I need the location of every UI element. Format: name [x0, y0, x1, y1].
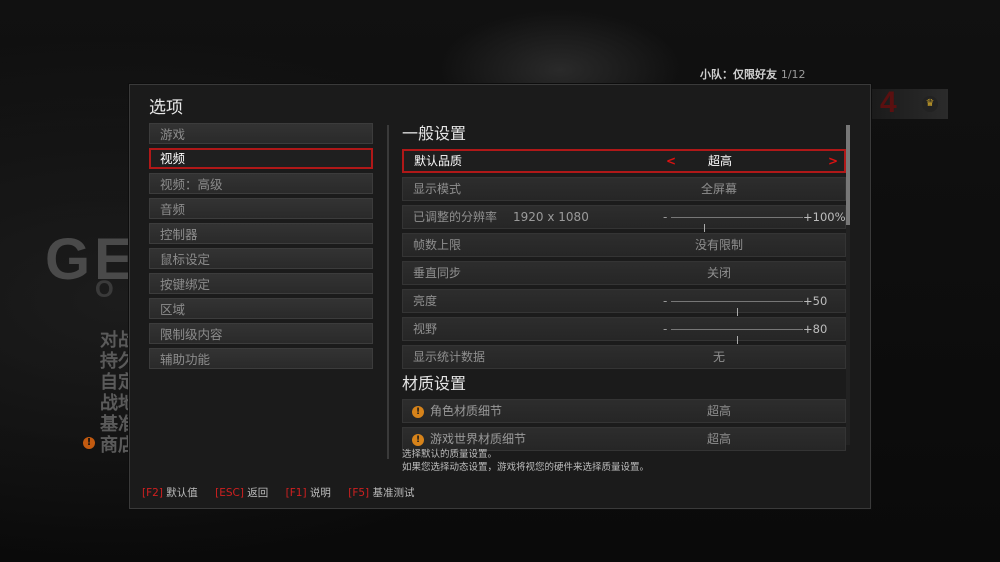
- setting-label: 显示统计数据: [413, 350, 486, 364]
- hint-label: 默认值: [166, 487, 198, 499]
- slider-thumb[interactable]: [737, 308, 738, 316]
- hint-label: 返回: [247, 487, 269, 499]
- game-logo-sub: O: [95, 276, 120, 303]
- setting-value: 全屏幕: [700, 182, 737, 196]
- nav-item-audio[interactable]: 音频: [149, 198, 373, 219]
- setting-value: 关闭: [706, 266, 731, 280]
- chevron-right-icon[interactable]: >: [828, 151, 838, 171]
- slider-value: +80: [803, 322, 828, 336]
- nav-item-accessibility[interactable]: 辅助功能: [149, 348, 373, 369]
- hint-back[interactable]: [ESC] 返回: [215, 487, 268, 499]
- setting-character-texture[interactable]: ! 角色材质细节 超高: [402, 399, 846, 423]
- hint-default[interactable]: [F2] 默认值: [142, 487, 198, 499]
- hint-help[interactable]: [F1] 说明: [286, 487, 331, 499]
- setting-value: 超高: [706, 404, 731, 418]
- setting-label: 帧数上限: [413, 238, 462, 252]
- settings-panel: 一般设置 默认品质 < 超高 > 显示模式 全屏幕 已调整的分辨率 1920 x …: [402, 123, 846, 455]
- nav-item-video[interactable]: 视频: [149, 148, 373, 169]
- dialog-title: 选项: [149, 98, 183, 118]
- description-line: 选择默认的质量设置。: [402, 449, 498, 460]
- resolution-slider[interactable]: - +100%: [663, 206, 846, 232]
- description-line: 如果您选择动态设置，游戏将视您的硬件来选择质量设置。: [402, 462, 650, 473]
- nav-item-keybinds[interactable]: 按键绑定: [149, 273, 373, 294]
- hint-benchmark[interactable]: [F5] 基准测试: [348, 487, 414, 499]
- squad-status: 小队：仅限好友 1/12: [700, 66, 806, 82]
- resolution-value: 1920 x 1080: [513, 210, 589, 224]
- hint-label: 说明: [309, 487, 331, 499]
- setting-frame-cap[interactable]: 帧数上限 没有限制: [402, 233, 846, 257]
- brightness-slider[interactable]: - +50: [663, 290, 843, 316]
- game-logo: GE: [45, 227, 137, 292]
- slider-value: +50: [803, 294, 828, 308]
- setting-display-mode[interactable]: 显示模式 全屏幕: [402, 177, 846, 201]
- setting-resolution-scale[interactable]: 已调整的分辨率 1920 x 1080 - +100%: [402, 205, 846, 232]
- key-f1: [F1]: [285, 487, 307, 499]
- setting-label: 垂直同步: [413, 266, 462, 280]
- slider-minus: -: [663, 322, 668, 336]
- nav-item-controller[interactable]: 控制器: [149, 223, 373, 244]
- nav-item-region[interactable]: 区域: [149, 298, 373, 319]
- slider-minus: -: [663, 294, 668, 308]
- slider-value: +100%: [803, 210, 846, 224]
- setting-value: 没有限制: [694, 238, 743, 252]
- nav-item-mature-content[interactable]: 限制级内容: [149, 323, 373, 344]
- slider-track[interactable]: [671, 217, 803, 232]
- setting-label: ! 角色材质细节: [412, 400, 502, 422]
- rank-number: 4: [880, 86, 897, 119]
- slider-minus: -: [663, 210, 668, 224]
- setting-label-text: 游戏世界材质细节: [430, 432, 527, 446]
- bg-warning-icon: !: [83, 437, 95, 449]
- squad-label: 小队：仅限好友: [700, 68, 777, 81]
- setting-label: 亮度: [413, 294, 438, 308]
- warning-icon: !: [412, 433, 424, 446]
- setting-label: ! 游戏世界材质细节: [412, 428, 526, 450]
- footer-hints: [F2] 默认值 [ESC] 返回 [F1] 说明 [F5] 基准测试: [142, 485, 429, 500]
- hint-label: 基准测试: [372, 487, 415, 499]
- slider-thumb[interactable]: [704, 224, 705, 232]
- squad-count: 1/12: [780, 68, 806, 81]
- setting-label: 已调整的分辨率 1920 x 1080: [413, 206, 589, 228]
- nav-item-mouse[interactable]: 鼠标设定: [149, 248, 373, 269]
- setting-description: 选择默认的质量设置。 如果您选择动态设置，游戏将视您的硬件来选择质量设置。: [402, 448, 649, 474]
- scrollbar-thumb[interactable]: [846, 125, 850, 225]
- setting-value: 超高: [706, 432, 731, 446]
- section-title-general: 一般设置: [402, 124, 467, 143]
- slider-thumb[interactable]: [737, 336, 738, 344]
- panel-divider: [387, 125, 389, 459]
- setting-label-text: 已调整的分辨率: [413, 210, 498, 224]
- key-esc: [ESC]: [215, 487, 244, 499]
- nav-item-video-advanced[interactable]: 视频：高级: [149, 173, 373, 194]
- slider-track[interactable]: [671, 301, 803, 316]
- setting-label: 视野: [413, 322, 438, 336]
- nav-item-game[interactable]: 游戏: [149, 123, 373, 144]
- crown-icon: ♛: [922, 96, 938, 112]
- setting-show-stats[interactable]: 显示统计数据 无: [402, 345, 846, 369]
- slider-track[interactable]: [671, 329, 803, 344]
- setting-label: 默认品质: [414, 154, 463, 168]
- setting-value: 无: [712, 350, 725, 364]
- key-f2: [F2]: [142, 487, 163, 499]
- setting-brightness[interactable]: 亮度 - +50: [402, 289, 846, 316]
- section-title-texture: 材质设置: [402, 374, 467, 393]
- setting-label: 显示模式: [413, 182, 462, 196]
- setting-value: 超高: [707, 154, 732, 168]
- settings-scrollbar[interactable]: [846, 125, 850, 445]
- options-nav: 游戏 视频 视频：高级 音频 控制器 鼠标设定 按键绑定 区域 限制级内容 辅助…: [149, 123, 373, 373]
- key-f5: [F5]: [348, 487, 370, 499]
- options-dialog: 选项 游戏 视频 视频：高级 音频 控制器 鼠标设定 按键绑定 区域 限制级内容…: [129, 84, 871, 509]
- setting-default-quality[interactable]: 默认品质 < 超高 >: [402, 149, 846, 173]
- setting-vsync[interactable]: 垂直同步 关闭: [402, 261, 846, 285]
- setting-label-text: 角色材质细节: [430, 404, 503, 418]
- fov-slider[interactable]: - +80: [663, 318, 843, 344]
- setting-field-of-view[interactable]: 视野 - +80: [402, 317, 846, 344]
- warning-icon: !: [412, 405, 424, 418]
